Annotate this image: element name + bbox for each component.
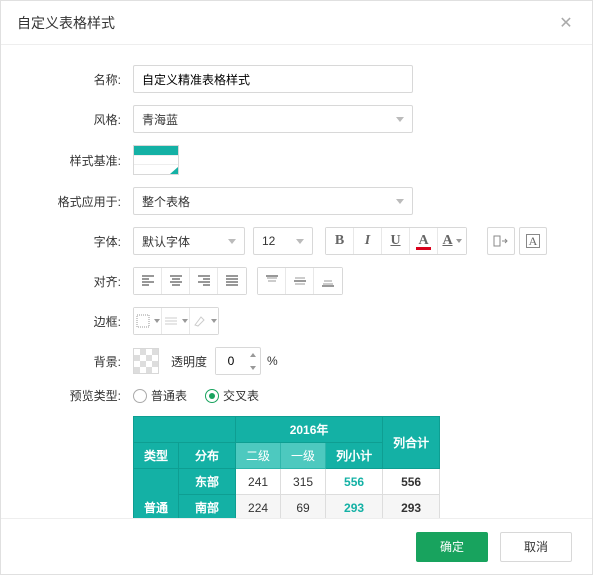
border-weight-button[interactable] — [162, 308, 190, 334]
preview-col-total-header: 列合计 — [383, 417, 440, 469]
apply-to-value: 整个表格 — [142, 193, 390, 210]
opacity-value[interactable] — [216, 348, 246, 374]
theme-value: 青海蓝 — [142, 111, 390, 128]
border-group — [133, 307, 219, 335]
dialog-body: 名称: 风格: 青海蓝 样式基准: 格式应用于: 整个表格 字体: — [1, 45, 592, 518]
opacity-up-button[interactable] — [246, 348, 260, 361]
font-color-button[interactable]: A — [410, 228, 438, 254]
preview-row-east: 东部 — [179, 469, 236, 495]
cell: 241 — [236, 469, 281, 495]
preview-year-group: 2016年 — [236, 417, 383, 443]
label-background: 背景: — [25, 353, 133, 370]
preview-header-dist: 分布 — [179, 443, 236, 469]
close-icon[interactable]: ✕ — [556, 13, 576, 33]
name-input[interactable] — [133, 65, 413, 93]
label-preview-type: 预览类型: — [25, 387, 133, 404]
label-border: 边框: — [25, 313, 133, 330]
preview-subtotal-header: 列小计 — [326, 443, 383, 469]
label-opacity: 透明度 — [171, 353, 207, 370]
preview-row-south: 南部 — [179, 495, 236, 519]
underline-button[interactable]: U — [382, 228, 410, 254]
border-color-button[interactable] — [190, 308, 218, 334]
apply-to-select[interactable]: 整个表格 — [133, 187, 413, 215]
opacity-stepper[interactable] — [215, 347, 261, 375]
align-center-button[interactable] — [162, 268, 190, 294]
valign-bottom-button[interactable] — [314, 268, 342, 294]
radio-normal-label[interactable]: 普通表 — [151, 387, 187, 404]
cell: 556 — [383, 469, 440, 495]
preview-table-wrap: 2016年 列合计 类型 分布 二级 一级 列小计 普通 东部 241 315 … — [133, 416, 568, 518]
bold-button[interactable]: B — [326, 228, 354, 254]
cell: 293 — [326, 495, 383, 519]
chevron-down-icon — [228, 239, 236, 244]
font-color-underline-button[interactable]: A — [438, 228, 466, 254]
cell: 69 — [281, 495, 326, 519]
radio-normal-table[interactable] — [133, 389, 147, 403]
convert-case-button[interactable] — [487, 227, 515, 255]
align-justify-button[interactable] — [218, 268, 246, 294]
opacity-down-button[interactable] — [246, 361, 260, 374]
valign-middle-button[interactable] — [286, 268, 314, 294]
chevron-down-icon — [396, 117, 404, 122]
opacity-unit: % — [267, 354, 278, 368]
label-name: 名称: — [25, 71, 133, 88]
border-style-button[interactable] — [134, 308, 162, 334]
font-size-value: 12 — [262, 234, 290, 248]
font-style-group: B I U A A — [325, 227, 467, 255]
cell: 315 — [281, 469, 326, 495]
cell: 293 — [383, 495, 440, 519]
font-family-select[interactable]: 默认字体 — [133, 227, 245, 255]
preview-table: 2016年 列合计 类型 分布 二级 一级 列小计 普通 东部 241 315 … — [133, 416, 440, 518]
v-align-group — [257, 267, 343, 295]
label-apply-to: 格式应用于: — [25, 193, 133, 210]
h-align-group — [133, 267, 247, 295]
dialog-footer: 确定 取消 — [1, 518, 592, 574]
theme-select[interactable]: 青海蓝 — [133, 105, 413, 133]
valign-top-button[interactable] — [258, 268, 286, 294]
preview-sub2: 一级 — [281, 443, 326, 469]
align-left-button[interactable] — [134, 268, 162, 294]
ok-button[interactable]: 确定 — [416, 532, 488, 562]
dialog-title: 自定义表格样式 — [17, 13, 115, 33]
preview-header-type: 类型 — [134, 443, 179, 469]
chevron-down-icon — [396, 199, 404, 204]
chevron-down-icon — [296, 239, 304, 244]
cell: 556 — [326, 469, 383, 495]
radio-cross-label[interactable]: 交叉表 — [223, 387, 259, 404]
italic-button[interactable]: I — [354, 228, 382, 254]
cancel-label: 取消 — [524, 538, 548, 555]
style-base-swatch[interactable] — [133, 145, 179, 175]
label-style-base: 样式基准: — [25, 152, 133, 169]
custom-table-style-dialog: 自定义表格样式 ✕ 名称: 风格: 青海蓝 样式基准: 格式应用于: 整个表格 — [0, 0, 593, 575]
label-theme: 风格: — [25, 111, 133, 128]
dialog-header: 自定义表格样式 ✕ — [1, 1, 592, 45]
preview-sub1: 二级 — [236, 443, 281, 469]
cancel-button[interactable]: 取消 — [500, 532, 572, 562]
font-size-select[interactable]: 12 — [253, 227, 313, 255]
radio-cross-table[interactable] — [205, 389, 219, 403]
label-align: 对齐: — [25, 273, 133, 290]
font-family-value: 默认字体 — [142, 233, 222, 250]
ok-label: 确定 — [440, 538, 464, 555]
convert-icon — [493, 233, 509, 249]
label-font: 字体: — [25, 233, 133, 250]
background-color-picker[interactable] — [133, 348, 159, 374]
cell: 224 — [236, 495, 281, 519]
font-box-button[interactable]: A — [519, 227, 547, 255]
align-right-button[interactable] — [190, 268, 218, 294]
preview-group-normal: 普通 — [134, 469, 179, 519]
